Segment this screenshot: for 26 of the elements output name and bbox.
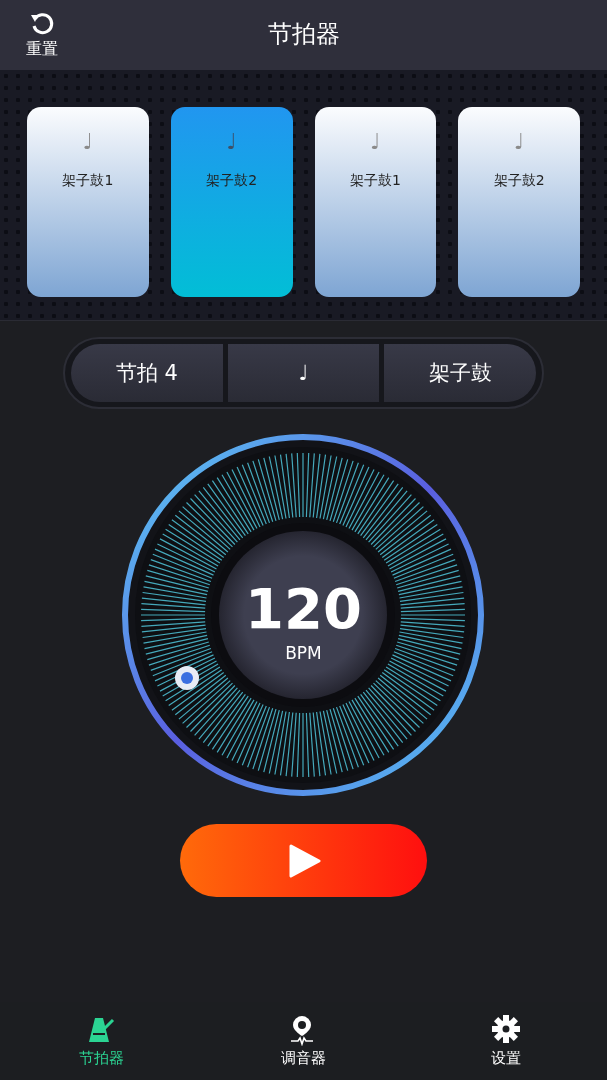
settings-icon <box>491 1014 520 1046</box>
note-symbol: ♩ <box>82 129 94 154</box>
page-title: 节拍器 <box>267 19 340 50</box>
nav-tab[interactable]: 调音器 <box>202 1002 405 1080</box>
segment-button[interactable]: 节拍 4 <box>71 344 223 402</box>
segment-button[interactable]: 架子鼓 <box>384 344 536 402</box>
sound-label: 架子鼓2 <box>493 172 545 190</box>
sound-card[interactable]: ♩ 架子鼓2 <box>458 107 580 297</box>
note-symbol: ♩ <box>513 129 525 154</box>
sound-label: 架子鼓1 <box>349 172 401 190</box>
bpm-value: 120 <box>245 579 362 639</box>
nav-tab[interactable]: 节拍器 <box>0 1002 203 1080</box>
sound-card[interactable]: ♩ 架子鼓1 <box>314 107 437 297</box>
segment-button[interactable]: ♩ <box>227 344 380 402</box>
reset-icon <box>29 10 55 37</box>
sound-label: 架子鼓1 <box>62 172 114 190</box>
note-symbol: ♩ <box>370 129 381 154</box>
reset-button[interactable]: 重置 <box>22 10 62 60</box>
nav-tab[interactable]: 设置 <box>404 1002 607 1080</box>
bpm-unit: BPM <box>285 643 322 663</box>
sound-label: 架子鼓2 <box>206 172 258 190</box>
bpm-dial-drawing[interactable] <box>122 434 484 796</box>
note-symbol: ♩ <box>226 129 237 154</box>
dial-knob[interactable] <box>175 666 199 690</box>
sound-card[interactable]: ♩ 架子鼓2 <box>170 107 293 297</box>
sound-card[interactable]: ♩ 架子鼓1 <box>27 107 149 297</box>
